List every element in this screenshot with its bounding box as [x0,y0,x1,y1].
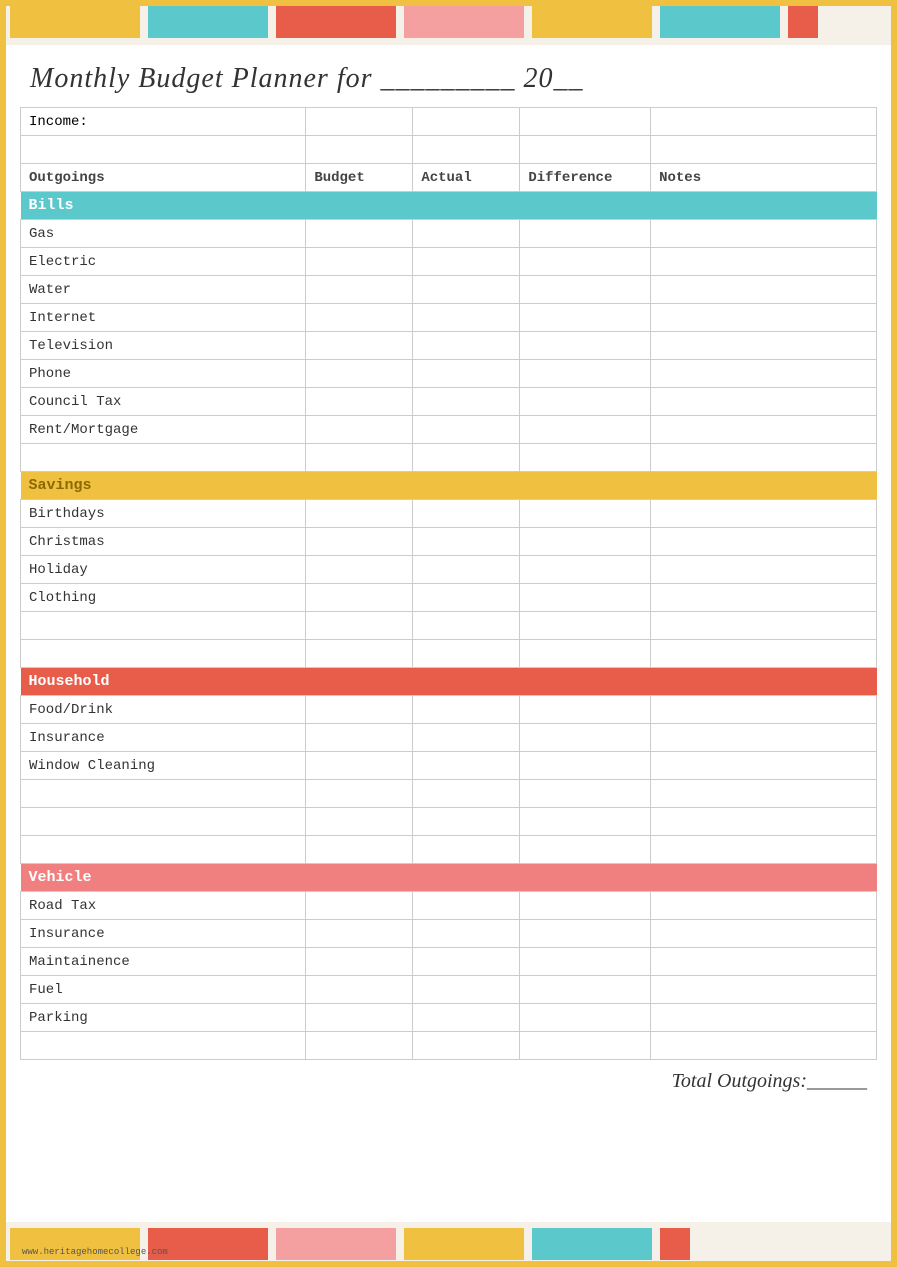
label-road-tax: Road Tax [21,892,306,920]
label-council-tax: Council Tax [21,388,306,416]
top-seg-teal2 [660,6,780,38]
label-birthdays: Birthdays [21,500,306,528]
label-christmas: Christmas [21,528,306,556]
section-household: Household [21,668,877,696]
empty-row-3 [21,612,877,640]
total-outgoings: Total Outgoings:______ [20,1070,877,1093]
label-clothing: Clothing [21,584,306,612]
label-phone: Phone [21,360,306,388]
bills-header: Bills [21,192,877,220]
empty-row-8 [21,1032,877,1060]
label-insurance-vehicle: Insurance [21,920,306,948]
label-television: Television [21,332,306,360]
row-electric: Electric [21,248,877,276]
top-seg-red2 [788,6,818,38]
label-window-cleaning: Window Cleaning [21,752,306,780]
header-actual: Actual [413,164,520,192]
label-holiday: Holiday [21,556,306,584]
top-seg-red [276,6,396,38]
header-difference: Difference [520,164,651,192]
income-diff [520,108,651,136]
row-road-tax: Road Tax [21,892,877,920]
main-content: Monthly Budget Planner for _________ 20_… [0,45,897,1109]
section-vehicle: Vehicle [21,864,877,892]
header-notes: Notes [651,164,877,192]
label-internet: Internet [21,304,306,332]
header-outgoings: Outgoings [21,164,306,192]
label-rent-mortgage: Rent/Mortgage [21,416,306,444]
row-television: Television [21,332,877,360]
bottom-color-bar: www.heritagehomecollege.com [0,1222,897,1267]
bottom-seg-yellow2 [404,1228,524,1260]
empty-row-6 [21,808,877,836]
row-food-drink: Food/Drink [21,696,877,724]
row-insurance-vehicle: Insurance [21,920,877,948]
top-seg-pink [404,6,524,38]
row-window-cleaning: Window Cleaning [21,752,877,780]
label-food-drink: Food/Drink [21,696,306,724]
bottom-seg-yellow: www.heritagehomecollege.com [10,1228,140,1260]
label-fuel: Fuel [21,976,306,1004]
row-christmas: Christmas [21,528,877,556]
page-title: Monthly Budget Planner for _________ 20_… [30,63,877,95]
income-row: Income: [21,108,877,136]
section-bills: Bills [21,192,877,220]
row-gas: Gas [21,220,877,248]
row-council-tax: Council Tax [21,388,877,416]
row-holiday: Holiday [21,556,877,584]
row-maintainence: Maintainence [21,948,877,976]
label-gas: Gas [21,220,306,248]
income-label: Income: [21,108,306,136]
label-parking: Parking [21,1004,306,1032]
empty-row-5 [21,780,877,808]
row-parking: Parking [21,1004,877,1032]
income-actual [413,108,520,136]
label-insurance-household: Insurance [21,724,306,752]
top-seg-teal [148,6,268,38]
row-insurance-household: Insurance [21,724,877,752]
income-budget [306,108,413,136]
label-water: Water [21,276,306,304]
row-birthdays: Birthdays [21,500,877,528]
row-water: Water [21,276,877,304]
bottom-seg-teal [532,1228,652,1260]
top-color-bar [0,0,897,45]
top-seg-yellow [10,6,140,38]
top-seg-yellow2 [532,6,652,38]
row-clothing: Clothing [21,584,877,612]
budget-table: Income: Outgoings Budget Actual Differen… [20,107,877,1060]
row-internet: Internet [21,304,877,332]
bottom-seg-red2 [660,1228,690,1260]
empty-row-2 [21,444,877,472]
label-electric: Electric [21,248,306,276]
row-fuel: Fuel [21,976,877,1004]
empty-row-1 [21,136,877,164]
row-phone: Phone [21,360,877,388]
savings-header: Savings [21,472,877,500]
vehicle-header: Vehicle [21,864,877,892]
column-headers: Outgoings Budget Actual Difference Notes [21,164,877,192]
header-budget: Budget [306,164,413,192]
label-maintainence: Maintainence [21,948,306,976]
bottom-seg-pink [276,1228,396,1260]
empty-row-4 [21,640,877,668]
section-savings: Savings [21,472,877,500]
household-header: Household [21,668,877,696]
footer-text: www.heritagehomecollege.com [22,1247,168,1257]
income-notes [651,108,877,136]
row-rent-mortgage: Rent/Mortgage [21,416,877,444]
empty-row-7 [21,836,877,864]
